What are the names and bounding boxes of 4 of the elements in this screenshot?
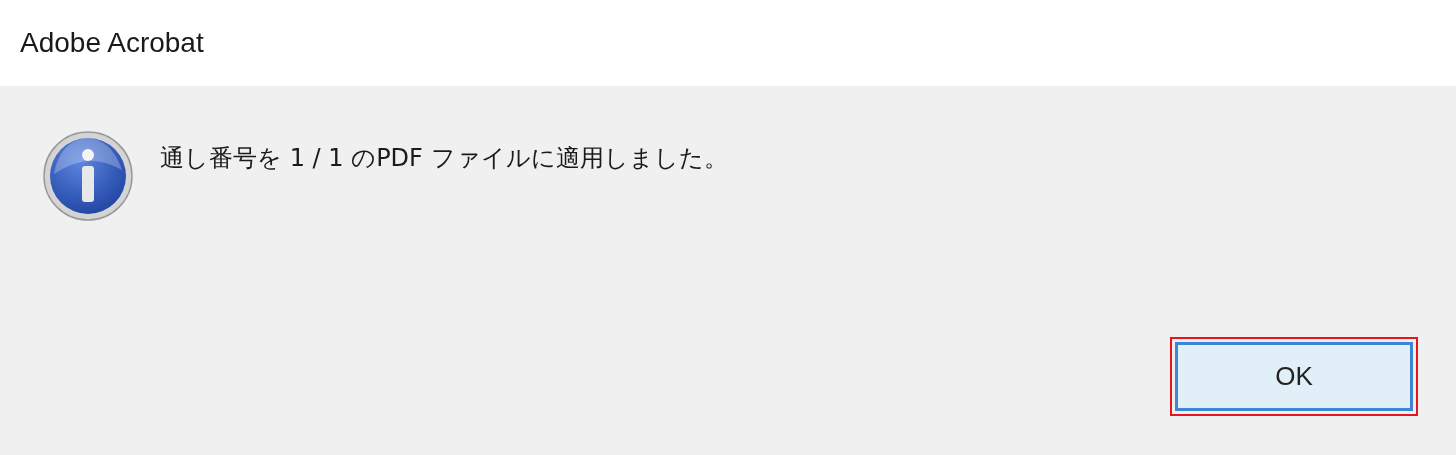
ok-button[interactable]: OK [1175, 342, 1413, 411]
message-text: 通し番号を 1 / 1 のPDF ファイルに適用しました。 [160, 143, 728, 174]
window-title: Adobe Acrobat [20, 27, 204, 59]
info-icon [42, 130, 134, 222]
